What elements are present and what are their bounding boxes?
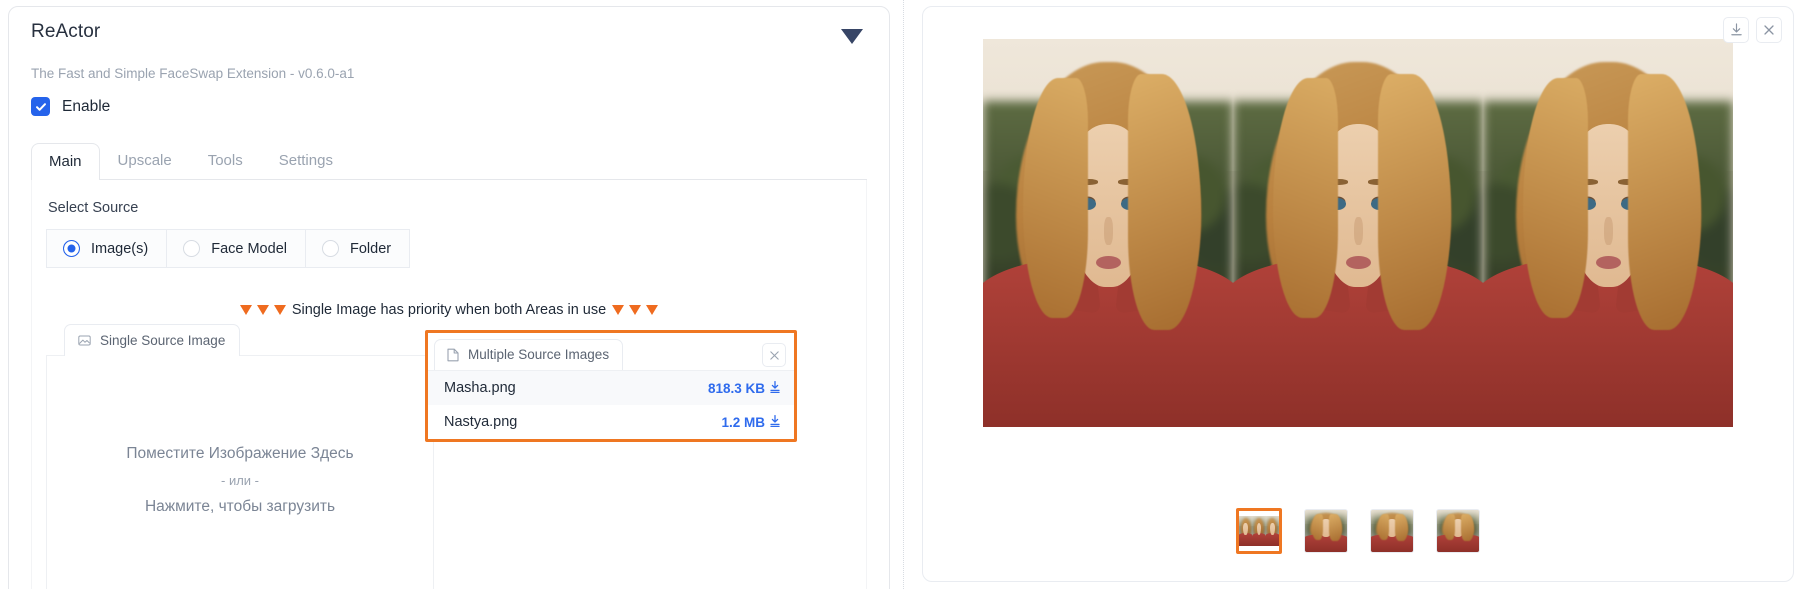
single-source-dropzone[interactable]: Поместите Изображение Здесь - или - Нажм… [46, 355, 434, 589]
enable-row[interactable]: Enable [31, 97, 867, 116]
column-divider [903, 0, 904, 589]
radio-label-face-model: Face Model [211, 240, 287, 257]
triangle-down-icon [646, 305, 659, 315]
left-column: ReActor The Fast and Simple FaceSwap Ext… [0, 0, 903, 589]
single-source-column: Single Source Image Поместите Изображени… [46, 324, 434, 589]
tab-bar: Main Upscale Tools Settings [31, 142, 867, 180]
priority-warning-text: Single Image has priority when both Area… [291, 302, 607, 318]
table-row[interactable]: Nastya.png 1.2 MB [428, 405, 794, 439]
radio-dot-images[interactable] [63, 240, 80, 257]
file-name: Masha.png [444, 380, 516, 396]
warning-markers-right [612, 305, 659, 315]
triangle-down-icon [239, 305, 252, 315]
file-size[interactable]: 1.2 MB [721, 414, 780, 430]
radio-dot-face-model[interactable] [183, 240, 201, 257]
page-right-edge [1794, 0, 1802, 589]
file-size-text: 818.3 KB [707, 380, 765, 396]
result-pane-3 [1483, 39, 1733, 427]
radio-label-folder: Folder [349, 240, 392, 257]
close-icon[interactable] [1756, 17, 1782, 43]
tab-upscale[interactable]: Upscale [100, 142, 190, 179]
radio-label-images: Image(s) [91, 240, 149, 257]
download-icon[interactable] [1723, 17, 1749, 43]
gallery-thumbnail-strip [931, 489, 1785, 573]
triangle-down-icon [612, 305, 625, 315]
tab-main[interactable]: Main [31, 143, 100, 180]
right-column [922, 6, 1794, 582]
result-pane-1 [983, 39, 1233, 427]
page-title: ReActor [31, 21, 101, 42]
tab-panel-main: Select Source Image(s) Face Model Folder [31, 180, 867, 589]
source-type-radio-group: Image(s) Face Model Folder [46, 229, 852, 268]
list-item[interactable] [1370, 509, 1414, 553]
list-item[interactable] [1304, 509, 1348, 553]
radio-option-face-model[interactable]: Face Model [167, 229, 306, 268]
gallery-main-image[interactable] [931, 15, 1785, 489]
panel-subtitle: The Fast and Simple FaceSwap Extension -… [31, 66, 355, 81]
tab-settings[interactable]: Settings [261, 142, 351, 179]
tab-tools[interactable]: Tools [190, 142, 261, 179]
source-upload-row: Single Source Image Поместите Изображени… [46, 324, 852, 589]
multiple-source-header: Multiple Source Images [428, 333, 794, 370]
file-size[interactable]: 818.3 KB [707, 380, 780, 396]
single-source-image-tab-label: Single Source Image [100, 333, 226, 348]
multiple-source-images-tab-label: Multiple Source Images [468, 347, 610, 362]
triangle-down-icon [273, 305, 286, 315]
table-row[interactable]: Masha.png 818.3 KB [428, 371, 794, 405]
file-name: Nastya.png [444, 414, 518, 430]
radio-option-folder[interactable]: Folder [305, 229, 411, 268]
download-icon[interactable] [770, 380, 780, 396]
select-source-label: Select Source [48, 200, 139, 216]
radio-option-images[interactable]: Image(s) [46, 229, 168, 268]
list-item[interactable] [1436, 509, 1480, 553]
file-icon [447, 348, 459, 362]
result-gallery [922, 6, 1794, 582]
download-icon[interactable] [770, 414, 780, 430]
multiple-source-images-tab[interactable]: Multiple Source Images [434, 339, 624, 370]
triangle-down-icon[interactable] [841, 29, 863, 44]
list-item[interactable] [1236, 508, 1282, 554]
result-pane-2 [1233, 39, 1483, 427]
image-placeholder-icon [78, 334, 91, 347]
single-source-image-tab[interactable]: Single Source Image [64, 324, 241, 356]
triangle-down-icon [629, 305, 642, 315]
gallery-toolbar [1723, 17, 1782, 43]
reactor-panel: ReActor The Fast and Simple FaceSwap Ext… [8, 6, 890, 589]
reactor-app-root: ReActor The Fast and Simple FaceSwap Ext… [0, 0, 1802, 589]
dropzone-separator-text: - или - [221, 472, 259, 488]
dropzone-upload-text[interactable]: Нажмите, чтобы загрузить [145, 498, 335, 516]
dropzone-primary-text: Поместите Изображение Здесь [126, 444, 354, 462]
triptych-image [983, 39, 1733, 427]
priority-warning: Single Image has priority when both Area… [46, 302, 852, 318]
warning-markers-left [239, 305, 286, 315]
multiple-source-images-panel: Multiple Source Images Masha.png 818.3 K… [425, 330, 797, 442]
file-size-text: 1.2 MB [721, 414, 765, 430]
enable-checkbox[interactable] [31, 97, 50, 116]
panel-header: ReActor [31, 7, 867, 44]
radio-dot-folder[interactable] [321, 240, 339, 257]
close-icon[interactable] [762, 343, 786, 367]
enable-label: Enable [62, 97, 111, 115]
source-file-list: Masha.png 818.3 KB Nastya.png 1.2 MB [428, 370, 794, 439]
triangle-down-icon [256, 305, 269, 315]
tab-bar-divider [31, 179, 867, 180]
